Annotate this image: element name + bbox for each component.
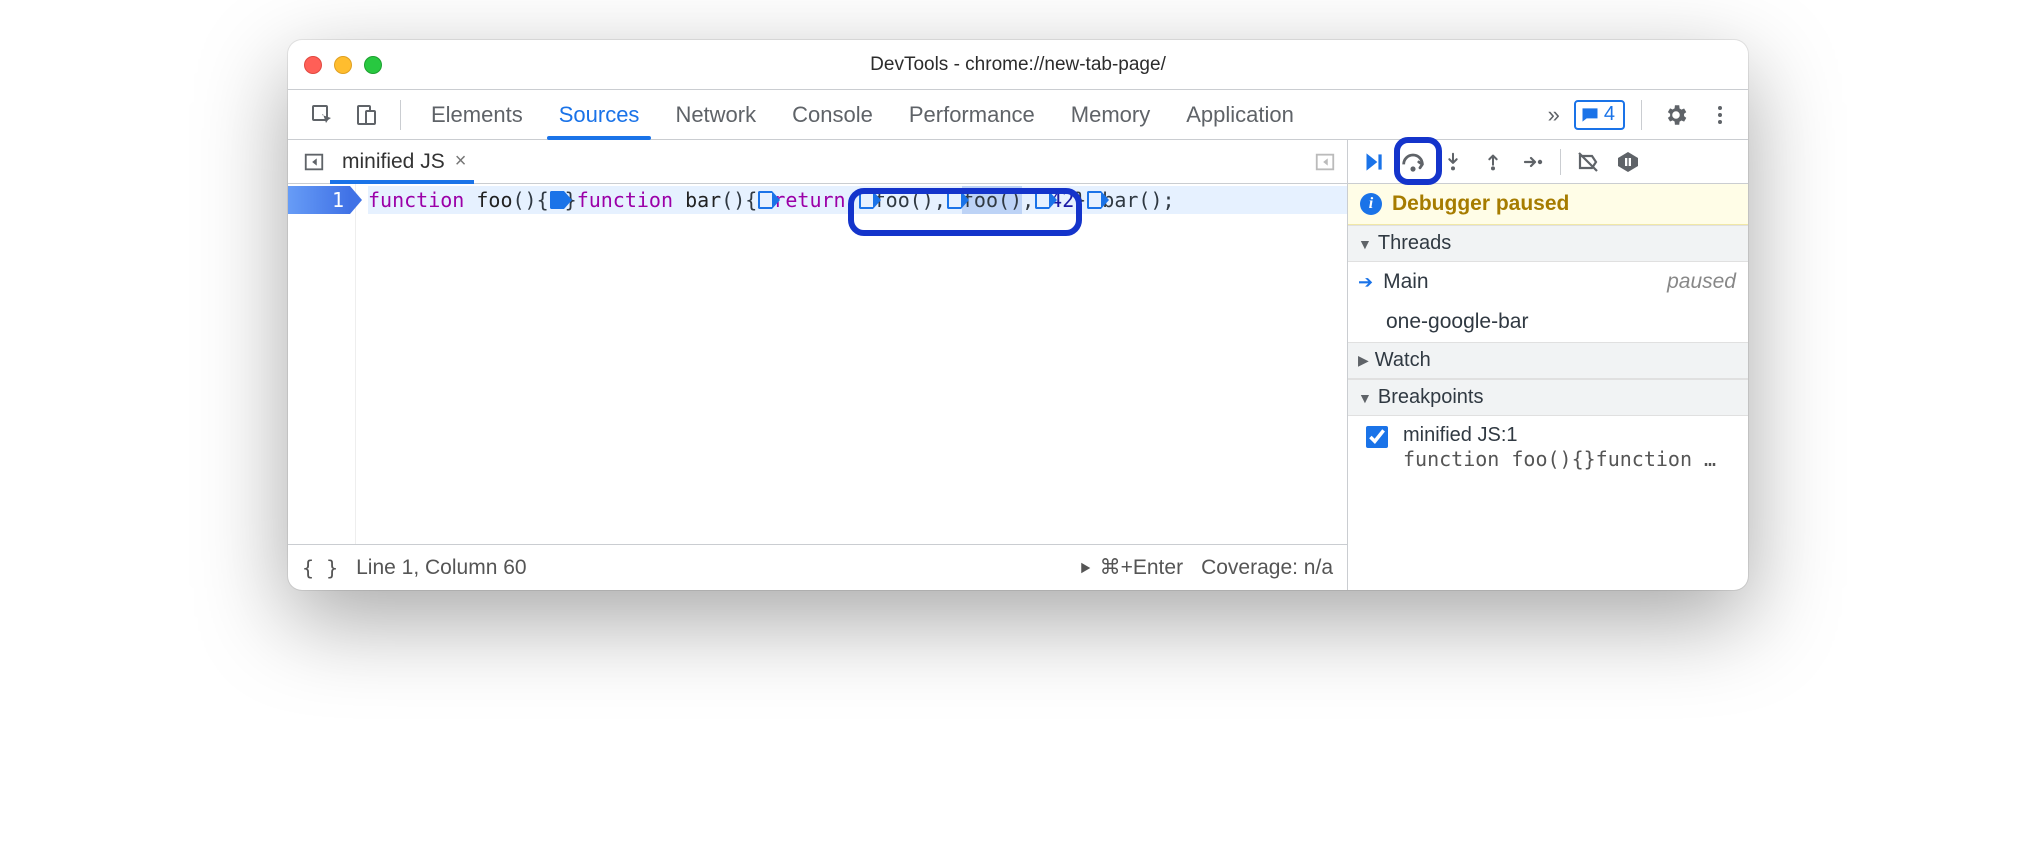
pause-on-exceptions-button[interactable]	[1611, 145, 1645, 179]
breakpoint-label: minified JS:1	[1403, 424, 1716, 447]
more-tabs-button[interactable]: »	[1542, 90, 1566, 139]
titlebar: DevTools - chrome://new-tab-page/	[288, 40, 1748, 90]
tab-elements[interactable]: Elements	[417, 90, 537, 139]
minimize-window-button[interactable]	[334, 56, 352, 74]
thread-name: Main	[1383, 270, 1429, 294]
breakpoint-marker-icon[interactable]	[1087, 191, 1101, 209]
tab-network[interactable]: Network	[661, 90, 770, 139]
window-controls	[304, 56, 382, 74]
breakpoint-marker-icon[interactable]	[859, 191, 873, 209]
breakpoint-marker-icon[interactable]	[947, 191, 961, 209]
panel-body: minified JS × 1 function foo(){}function…	[288, 140, 1748, 590]
devtools-window: DevTools - chrome://new-tab-page/ Elemen…	[288, 40, 1748, 590]
source-file-name: minified JS	[342, 150, 445, 174]
zoom-window-button[interactable]	[364, 56, 382, 74]
breakpoint-row[interactable]: minified JS:1 function foo(){}function …	[1348, 416, 1748, 481]
tab-application[interactable]: Application	[1172, 90, 1308, 139]
thread-state: paused	[1667, 270, 1736, 294]
inspect-element-icon[interactable]	[304, 97, 340, 133]
step-into-button[interactable]	[1436, 145, 1470, 179]
run-snippet-hint: ⌘+Enter	[1076, 555, 1183, 580]
thread-row[interactable]: ➔ Main paused	[1348, 262, 1748, 302]
watch-section-header[interactable]: ▶ Watch	[1348, 342, 1748, 379]
thread-row[interactable]: one-google-bar	[1348, 302, 1748, 342]
code-line[interactable]: function foo(){}function bar(){return fo…	[368, 186, 1347, 214]
threads-section-header[interactable]: ▼ Threads	[1348, 225, 1748, 262]
debugger-pane: i Debugger paused ▼ Threads ➔ Main pause…	[1348, 140, 1748, 590]
window-title: DevTools - chrome://new-tab-page/	[288, 54, 1748, 76]
breakpoint-marker-icon[interactable]	[758, 191, 772, 209]
separator	[400, 100, 401, 130]
paused-banner: i Debugger paused	[1348, 184, 1748, 225]
settings-gear-icon[interactable]	[1658, 97, 1694, 133]
step-over-button[interactable]	[1396, 145, 1430, 179]
editor-statusbar: { } Line 1, Column 60 ⌘+Enter Coverage: …	[288, 544, 1347, 590]
current-thread-arrow-icon: ➔	[1358, 272, 1373, 293]
navigator-toggle-icon[interactable]	[298, 146, 330, 178]
code-editor[interactable]: 1 function foo(){}function bar(){return …	[288, 184, 1347, 544]
step-button[interactable]	[1516, 145, 1550, 179]
code-content[interactable]: function foo(){}function bar(){return fo…	[356, 184, 1347, 544]
resume-button[interactable]	[1356, 145, 1390, 179]
tab-console[interactable]: Console	[778, 90, 887, 139]
thread-name: one-google-bar	[1386, 310, 1528, 334]
kebab-menu-icon[interactable]	[1702, 97, 1738, 133]
pretty-print-button[interactable]: { }	[302, 556, 338, 580]
execution-line-marker[interactable]: 1	[288, 186, 350, 214]
disclosure-triangle-icon: ▼	[1358, 390, 1372, 406]
messages-count: 4	[1604, 103, 1615, 126]
coverage-status: Coverage: n/a	[1201, 556, 1333, 580]
breakpoint-checkbox[interactable]	[1366, 426, 1388, 448]
cursor-position: Line 1, Column 60	[356, 556, 526, 580]
tab-sources[interactable]: Sources	[545, 90, 654, 139]
breakpoint-snippet: function foo(){}function …	[1403, 447, 1716, 471]
line-gutter: 1	[288, 184, 356, 544]
sources-panel: minified JS × 1 function foo(){}function…	[288, 140, 1348, 590]
debugger-toolbar	[1348, 140, 1748, 184]
debugger-toggle-icon[interactable]	[1309, 146, 1341, 178]
breakpoint-marker-icon[interactable]	[1035, 191, 1049, 209]
step-out-button[interactable]	[1476, 145, 1510, 179]
disclosure-triangle-icon: ▼	[1358, 236, 1372, 252]
source-file-tab[interactable]: minified JS ×	[330, 140, 474, 183]
breakpoint-marker-icon[interactable]	[550, 191, 564, 209]
separator	[1560, 149, 1561, 175]
tab-performance[interactable]: Performance	[895, 90, 1049, 139]
breakpoints-section-header[interactable]: ▼ Breakpoints	[1348, 379, 1748, 416]
tab-memory[interactable]: Memory	[1057, 90, 1164, 139]
source-tab-row: minified JS ×	[288, 140, 1347, 184]
close-window-button[interactable]	[304, 56, 322, 74]
separator	[1641, 100, 1642, 130]
disclosure-triangle-icon: ▶	[1358, 352, 1369, 369]
paused-label: Debugger paused	[1392, 192, 1569, 216]
main-tabstrip: Elements Sources Network Console Perform…	[288, 90, 1748, 140]
info-icon: i	[1360, 193, 1382, 215]
device-toolbar-icon[interactable]	[348, 97, 384, 133]
close-tab-icon[interactable]: ×	[455, 150, 467, 173]
deactivate-breakpoints-button[interactable]	[1571, 145, 1605, 179]
messages-badge[interactable]: 4	[1574, 100, 1625, 130]
